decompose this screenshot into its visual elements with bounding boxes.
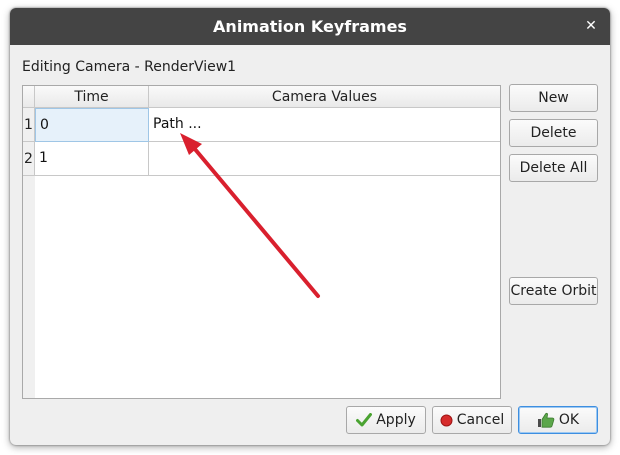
create-orbit-button[interactable]: Create Orbit — [509, 277, 598, 305]
cancel-label: Cancel — [456, 412, 505, 428]
ok-button[interactable]: OK — [518, 406, 598, 434]
table-cell-camera-values[interactable]: Path ... — [149, 108, 500, 142]
table-cell-time[interactable]: 0 — [35, 108, 149, 142]
table-cell-time[interactable]: 1 — [35, 142, 149, 176]
cancel-button[interactable]: Cancel — [432, 406, 512, 434]
table-cell-camera-values[interactable] — [149, 142, 500, 176]
ok-label: OK — [558, 412, 580, 428]
title-bar[interactable]: Animation Keyframes ✕ — [10, 8, 610, 45]
row-header-2[interactable]: 2 — [23, 142, 35, 176]
row-header-1[interactable]: 1 — [23, 108, 35, 142]
delete-all-button[interactable]: Delete All — [509, 154, 598, 182]
animation-keyframes-dialog: Animation Keyframes ✕ Editing Camera - R… — [10, 8, 610, 445]
checkmark-icon — [356, 413, 373, 427]
table-corner[interactable] — [23, 86, 35, 108]
column-header-time[interactable]: Time — [35, 86, 149, 108]
thumbs-up-icon — [537, 412, 555, 428]
apply-label: Apply — [376, 412, 416, 428]
window-title: Animation Keyframes — [213, 17, 407, 36]
delete-button[interactable]: Delete — [509, 119, 598, 147]
close-icon[interactable]: ✕ — [580, 15, 602, 37]
new-button[interactable]: New — [509, 84, 598, 112]
keyframes-table[interactable]: Time Camera Values 1 0 Path ... 2 1 — [22, 85, 501, 399]
apply-button[interactable]: Apply — [346, 406, 426, 434]
editing-label: Editing Camera - RenderView1 — [22, 59, 237, 75]
column-header-camera-values[interactable]: Camera Values — [149, 86, 500, 108]
red-circle-icon — [440, 414, 453, 426]
